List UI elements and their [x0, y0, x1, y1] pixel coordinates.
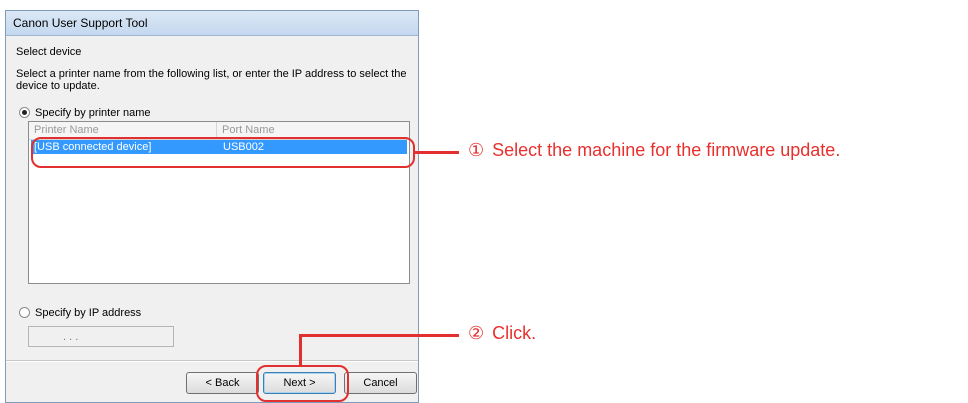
- ip-address-radio-label[interactable]: Specify by IP address: [35, 307, 141, 319]
- next-button-highlight: [256, 365, 349, 402]
- instruction-text-line2: device to update.: [16, 80, 100, 92]
- printer-name-radio-label[interactable]: Specify by printer name: [35, 107, 151, 119]
- callout-line-2-vertical: [299, 335, 302, 365]
- cancel-button[interactable]: Cancel: [344, 372, 417, 394]
- device-highlight-outline: [31, 137, 415, 168]
- callout-line-2-horizontal: [299, 334, 459, 337]
- callout-1-number: ①: [468, 140, 485, 160]
- callout-line-1: [415, 151, 459, 154]
- callout-2: ② Click.: [468, 323, 536, 344]
- callout-2-number: ②: [468, 323, 485, 343]
- back-button[interactable]: < Back: [186, 372, 259, 394]
- callout-1: ① Select the machine for the firmware upd…: [468, 140, 840, 161]
- ip-address-field[interactable]: . . .: [28, 326, 174, 347]
- printer-name-radio[interactable]: [19, 107, 30, 118]
- instruction-text-line1: Select a printer name from the following…: [16, 68, 407, 80]
- title-bar[interactable]: Canon User Support Tool: [6, 11, 418, 36]
- callout-2-text: Click.: [492, 323, 537, 343]
- callout-1-text: Select the machine for the firmware upda…: [492, 140, 841, 160]
- section-heading: Select device: [16, 46, 82, 58]
- window-title: Canon User Support Tool: [13, 16, 148, 30]
- ip-field-dots: . . .: [63, 331, 79, 343]
- ip-address-radio[interactable]: [19, 307, 30, 318]
- button-separator: [6, 360, 418, 362]
